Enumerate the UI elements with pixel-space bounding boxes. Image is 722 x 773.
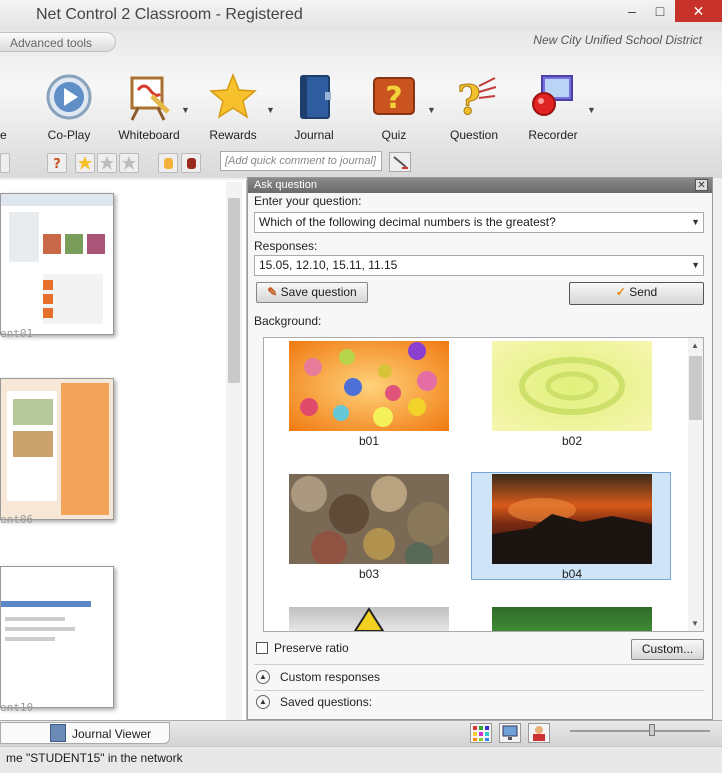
journal-icon: [50, 724, 66, 742]
background-b02[interactable]: [492, 341, 652, 431]
save-question-button[interactable]: ✎ Save question: [256, 282, 368, 303]
district-name: New City Unified School District: [533, 33, 702, 47]
custom-button[interactable]: Custom...: [631, 639, 704, 660]
scroll-up-icon[interactable]: ▲: [691, 341, 699, 350]
add-comment-icon[interactable]: [389, 152, 411, 172]
tool-label: Quiz: [381, 128, 407, 142]
background-caption: b01: [358, 434, 380, 448]
status-bar: me "STUDENT15" in the network: [0, 746, 722, 773]
tool-label: Question: [449, 128, 499, 142]
tool-label: Rewards: [209, 128, 257, 142]
tool-whiteboard[interactable]: Whiteboard: [109, 72, 189, 142]
close-button[interactable]: ✕: [675, 0, 722, 22]
star-icon: [208, 72, 258, 122]
student-icon[interactable]: [528, 723, 550, 743]
student-thumbnail[interactable]: [0, 378, 114, 520]
reward-star-gray-icon[interactable]: [97, 153, 117, 173]
responses-label: Responses:: [254, 239, 318, 253]
tool-label: Co-Play: [47, 128, 91, 142]
question-icon: ?: [449, 72, 499, 125]
grid-view-icon[interactable]: [470, 723, 492, 743]
background-b01[interactable]: [289, 341, 449, 431]
tool-recorder[interactable]: Recorder: [513, 72, 593, 142]
thumbnail-caption: ent06: [0, 513, 34, 526]
background-b03[interactable]: [289, 474, 451, 570]
partial-tool-label[interactable]: e: [0, 128, 7, 142]
tool-label: Recorder: [528, 128, 578, 142]
journal-icon: [289, 72, 339, 122]
tool-co-play[interactable]: Co-Play: [29, 72, 109, 142]
question-value: Which of the following decimal numbers i…: [259, 215, 556, 229]
divider: [254, 664, 704, 665]
background-label: Background:: [254, 314, 322, 328]
chevron-down-icon[interactable]: ▼: [691, 256, 700, 275]
background-scroll-thumb[interactable]: [689, 356, 702, 420]
thumbnail-caption: ent10: [0, 701, 34, 714]
question-input[interactable]: Which of the following decimal numbers i…: [254, 212, 704, 233]
save-icon: ✎: [267, 285, 278, 299]
zoom-slider-handle[interactable]: [649, 724, 655, 736]
tool-quiz[interactable]: ? Quiz: [354, 72, 434, 142]
divider: [254, 690, 704, 691]
background-b04[interactable]: [492, 474, 652, 564]
whiteboard-dropdown-arrow[interactable]: ▼: [181, 105, 190, 115]
svg-text:?: ?: [457, 77, 480, 122]
background-caption: b02: [561, 434, 583, 448]
monitor-icon[interactable]: [499, 723, 521, 743]
panel-close-icon[interactable]: ✕: [695, 179, 708, 191]
background-caption: b03: [358, 567, 380, 581]
quick-comment-input[interactable]: [Add quick comment to journal]: [220, 151, 382, 171]
tool-question[interactable]: ? Question: [434, 72, 514, 143]
send-button[interactable]: ✓ Send: [569, 282, 704, 305]
question-label: Enter your question:: [254, 194, 362, 208]
quick-input-partial[interactable]: [0, 153, 10, 173]
tool-label: Journal: [294, 128, 334, 142]
recorder-icon: [528, 72, 578, 122]
raise-hand-icon[interactable]: [158, 153, 178, 173]
scroll-down-icon[interactable]: ▼: [691, 619, 699, 628]
svg-text:?: ?: [53, 157, 61, 172]
reward-star-gray-icon[interactable]: [119, 153, 139, 173]
chevron-up-icon[interactable]: ▲: [256, 695, 270, 709]
recorder-dropdown-arrow[interactable]: ▼: [587, 105, 596, 115]
responses-select[interactable]: 15.05, 12.10, 15.11, 11.15 ▼: [254, 255, 704, 276]
journal-viewer-label: Journal Viewer: [72, 727, 152, 741]
advanced-tools-tab[interactable]: Advanced tools: [0, 32, 116, 52]
maximize-button[interactable]: □: [646, 0, 674, 22]
chevron-up-icon[interactable]: ▲: [256, 670, 270, 684]
student-thumbnail[interactable]: [0, 193, 114, 335]
zoom-slider-track[interactable]: [570, 730, 710, 732]
whiteboard-icon: [124, 72, 174, 122]
background-caption: b04: [561, 567, 583, 581]
panel-title: Ask question: [248, 178, 712, 193]
chevron-down-icon[interactable]: ▼: [691, 213, 700, 232]
background-partial-grass[interactable]: [492, 607, 652, 631]
play-icon: [44, 72, 94, 122]
thumbnail-caption: ent01: [0, 327, 34, 340]
left-pane-scroll-thumb[interactable]: [228, 198, 240, 383]
checkmark-icon: ✓: [615, 285, 626, 299]
svg-text:?: ?: [385, 81, 402, 116]
preserve-ratio-checkbox[interactable]: [256, 642, 268, 654]
window-title: Net Control 2 Classroom - Registered: [36, 6, 303, 23]
student-thumbnail[interactable]: [0, 566, 114, 708]
send-label: Send: [629, 285, 658, 299]
save-question-label: Save question: [280, 285, 357, 299]
tool-label: Whiteboard: [118, 128, 180, 142]
minimize-button[interactable]: –: [618, 0, 646, 22]
responses-value: 15.05, 12.10, 15.11, 11.15: [259, 258, 398, 272]
saved-questions-expander[interactable]: Saved questions:: [280, 695, 372, 709]
custom-responses-expander[interactable]: Custom responses: [280, 670, 380, 684]
tool-journal[interactable]: Journal: [274, 72, 354, 142]
lower-hand-icon[interactable]: [181, 153, 201, 173]
quiz-icon: ?: [369, 72, 419, 122]
background-partial-warning[interactable]: [289, 607, 449, 632]
tool-rewards[interactable]: Rewards: [193, 72, 273, 142]
quiz-small-icon[interactable]: ?: [47, 153, 67, 173]
reward-star-icon[interactable]: [75, 153, 95, 173]
preserve-ratio-label: Preserve ratio: [274, 641, 349, 655]
